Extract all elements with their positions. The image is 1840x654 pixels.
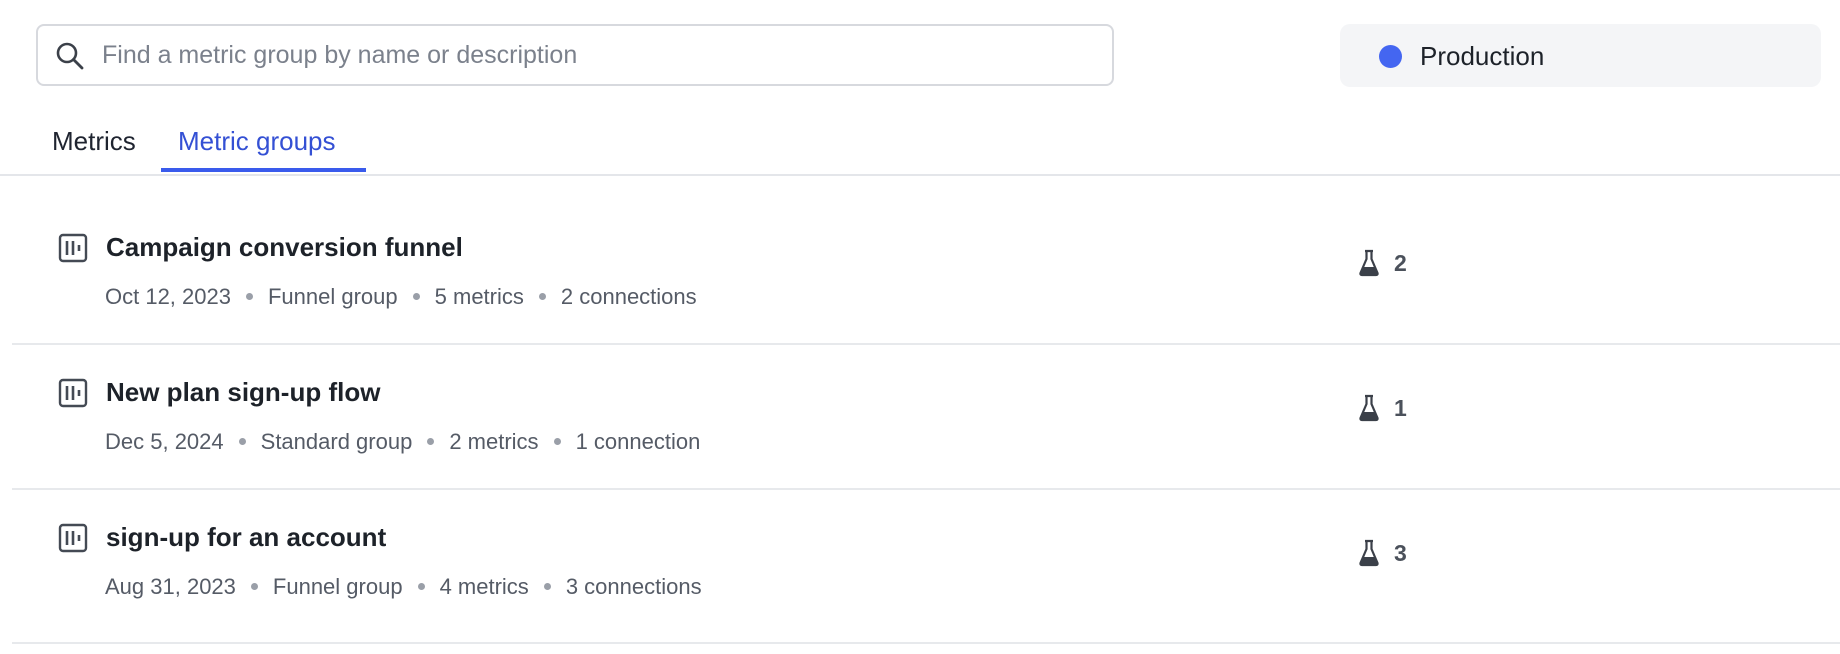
separator-dot bbox=[238, 437, 246, 445]
group-type: Standard group bbox=[260, 429, 413, 454]
metric-group-icon bbox=[58, 523, 88, 553]
group-title: sign-up for an account bbox=[106, 522, 387, 552]
search-input[interactable] bbox=[102, 36, 1082, 74]
search-icon bbox=[56, 42, 84, 70]
separator-dot bbox=[412, 292, 420, 300]
metric-group-list: Campaign conversion funnel Oct 12, 2023 F… bbox=[12, 200, 1840, 644]
group-meta: Oct 12, 2023 Funnel group 5 metrics 2 conne… bbox=[105, 284, 697, 310]
group-type: Funnel group bbox=[272, 574, 403, 599]
separator-dot bbox=[417, 582, 425, 590]
tab-metric-groups[interactable]: Metric groups bbox=[178, 126, 336, 157]
flask-icon bbox=[1359, 539, 1379, 567]
separator-dot bbox=[245, 292, 253, 300]
group-metric-count: 5 metrics bbox=[434, 284, 524, 309]
separator-dot bbox=[427, 437, 435, 445]
group-type: Funnel group bbox=[267, 284, 398, 309]
group-connection-count: 2 connections bbox=[560, 284, 697, 309]
experiment-count: 2 bbox=[1358, 248, 1407, 278]
tab-metrics[interactable]: Metrics bbox=[52, 126, 136, 157]
experiment-count: 1 bbox=[1358, 393, 1407, 423]
list-item[interactable]: sign-up for an account Aug 31, 2023 Funne… bbox=[12, 490, 1840, 644]
group-date: Dec 5, 2024 bbox=[105, 429, 224, 454]
flask-icon bbox=[1359, 249, 1379, 277]
separator-dot bbox=[553, 437, 561, 445]
separator-dot bbox=[543, 582, 551, 590]
active-tab-indicator bbox=[161, 168, 366, 172]
metric-group-icon bbox=[58, 378, 88, 408]
environment-status-dot bbox=[1379, 45, 1402, 68]
search-box[interactable] bbox=[36, 24, 1114, 86]
environment-label: Production bbox=[1420, 41, 1545, 71]
group-meta: Aug 31, 2023 Funnel group 4 metrics 3 conne… bbox=[105, 574, 702, 600]
flask-icon bbox=[1359, 394, 1379, 422]
separator-dot bbox=[250, 582, 258, 590]
group-title: New plan sign-up flow bbox=[106, 377, 381, 407]
group-date: Oct 12, 2023 bbox=[105, 284, 231, 309]
group-connection-count: 3 connections bbox=[565, 574, 702, 599]
tab-bar: Metrics Metric groups bbox=[0, 110, 1840, 176]
group-metric-count: 2 metrics bbox=[449, 429, 539, 454]
group-meta: Dec 5, 2024 Standard group 2 metrics 1 conn… bbox=[105, 429, 700, 455]
group-connection-count: 1 connection bbox=[575, 429, 701, 454]
metric-group-icon bbox=[58, 233, 88, 263]
experiment-count-value: 3 bbox=[1394, 539, 1407, 566]
experiment-count: 3 bbox=[1358, 538, 1407, 568]
separator-dot bbox=[538, 292, 546, 300]
list-item[interactable]: New plan sign-up flow Dec 5, 2024 Standar… bbox=[12, 345, 1840, 490]
environment-selector[interactable]: Production bbox=[1340, 24, 1821, 87]
experiment-count-value: 1 bbox=[1394, 394, 1407, 421]
experiment-count-value: 2 bbox=[1394, 249, 1407, 276]
group-title: Campaign conversion funnel bbox=[106, 232, 463, 262]
group-metric-count: 4 metrics bbox=[439, 574, 529, 599]
list-item[interactable]: Campaign conversion funnel Oct 12, 2023 F… bbox=[12, 200, 1840, 345]
group-date: Aug 31, 2023 bbox=[105, 574, 236, 599]
